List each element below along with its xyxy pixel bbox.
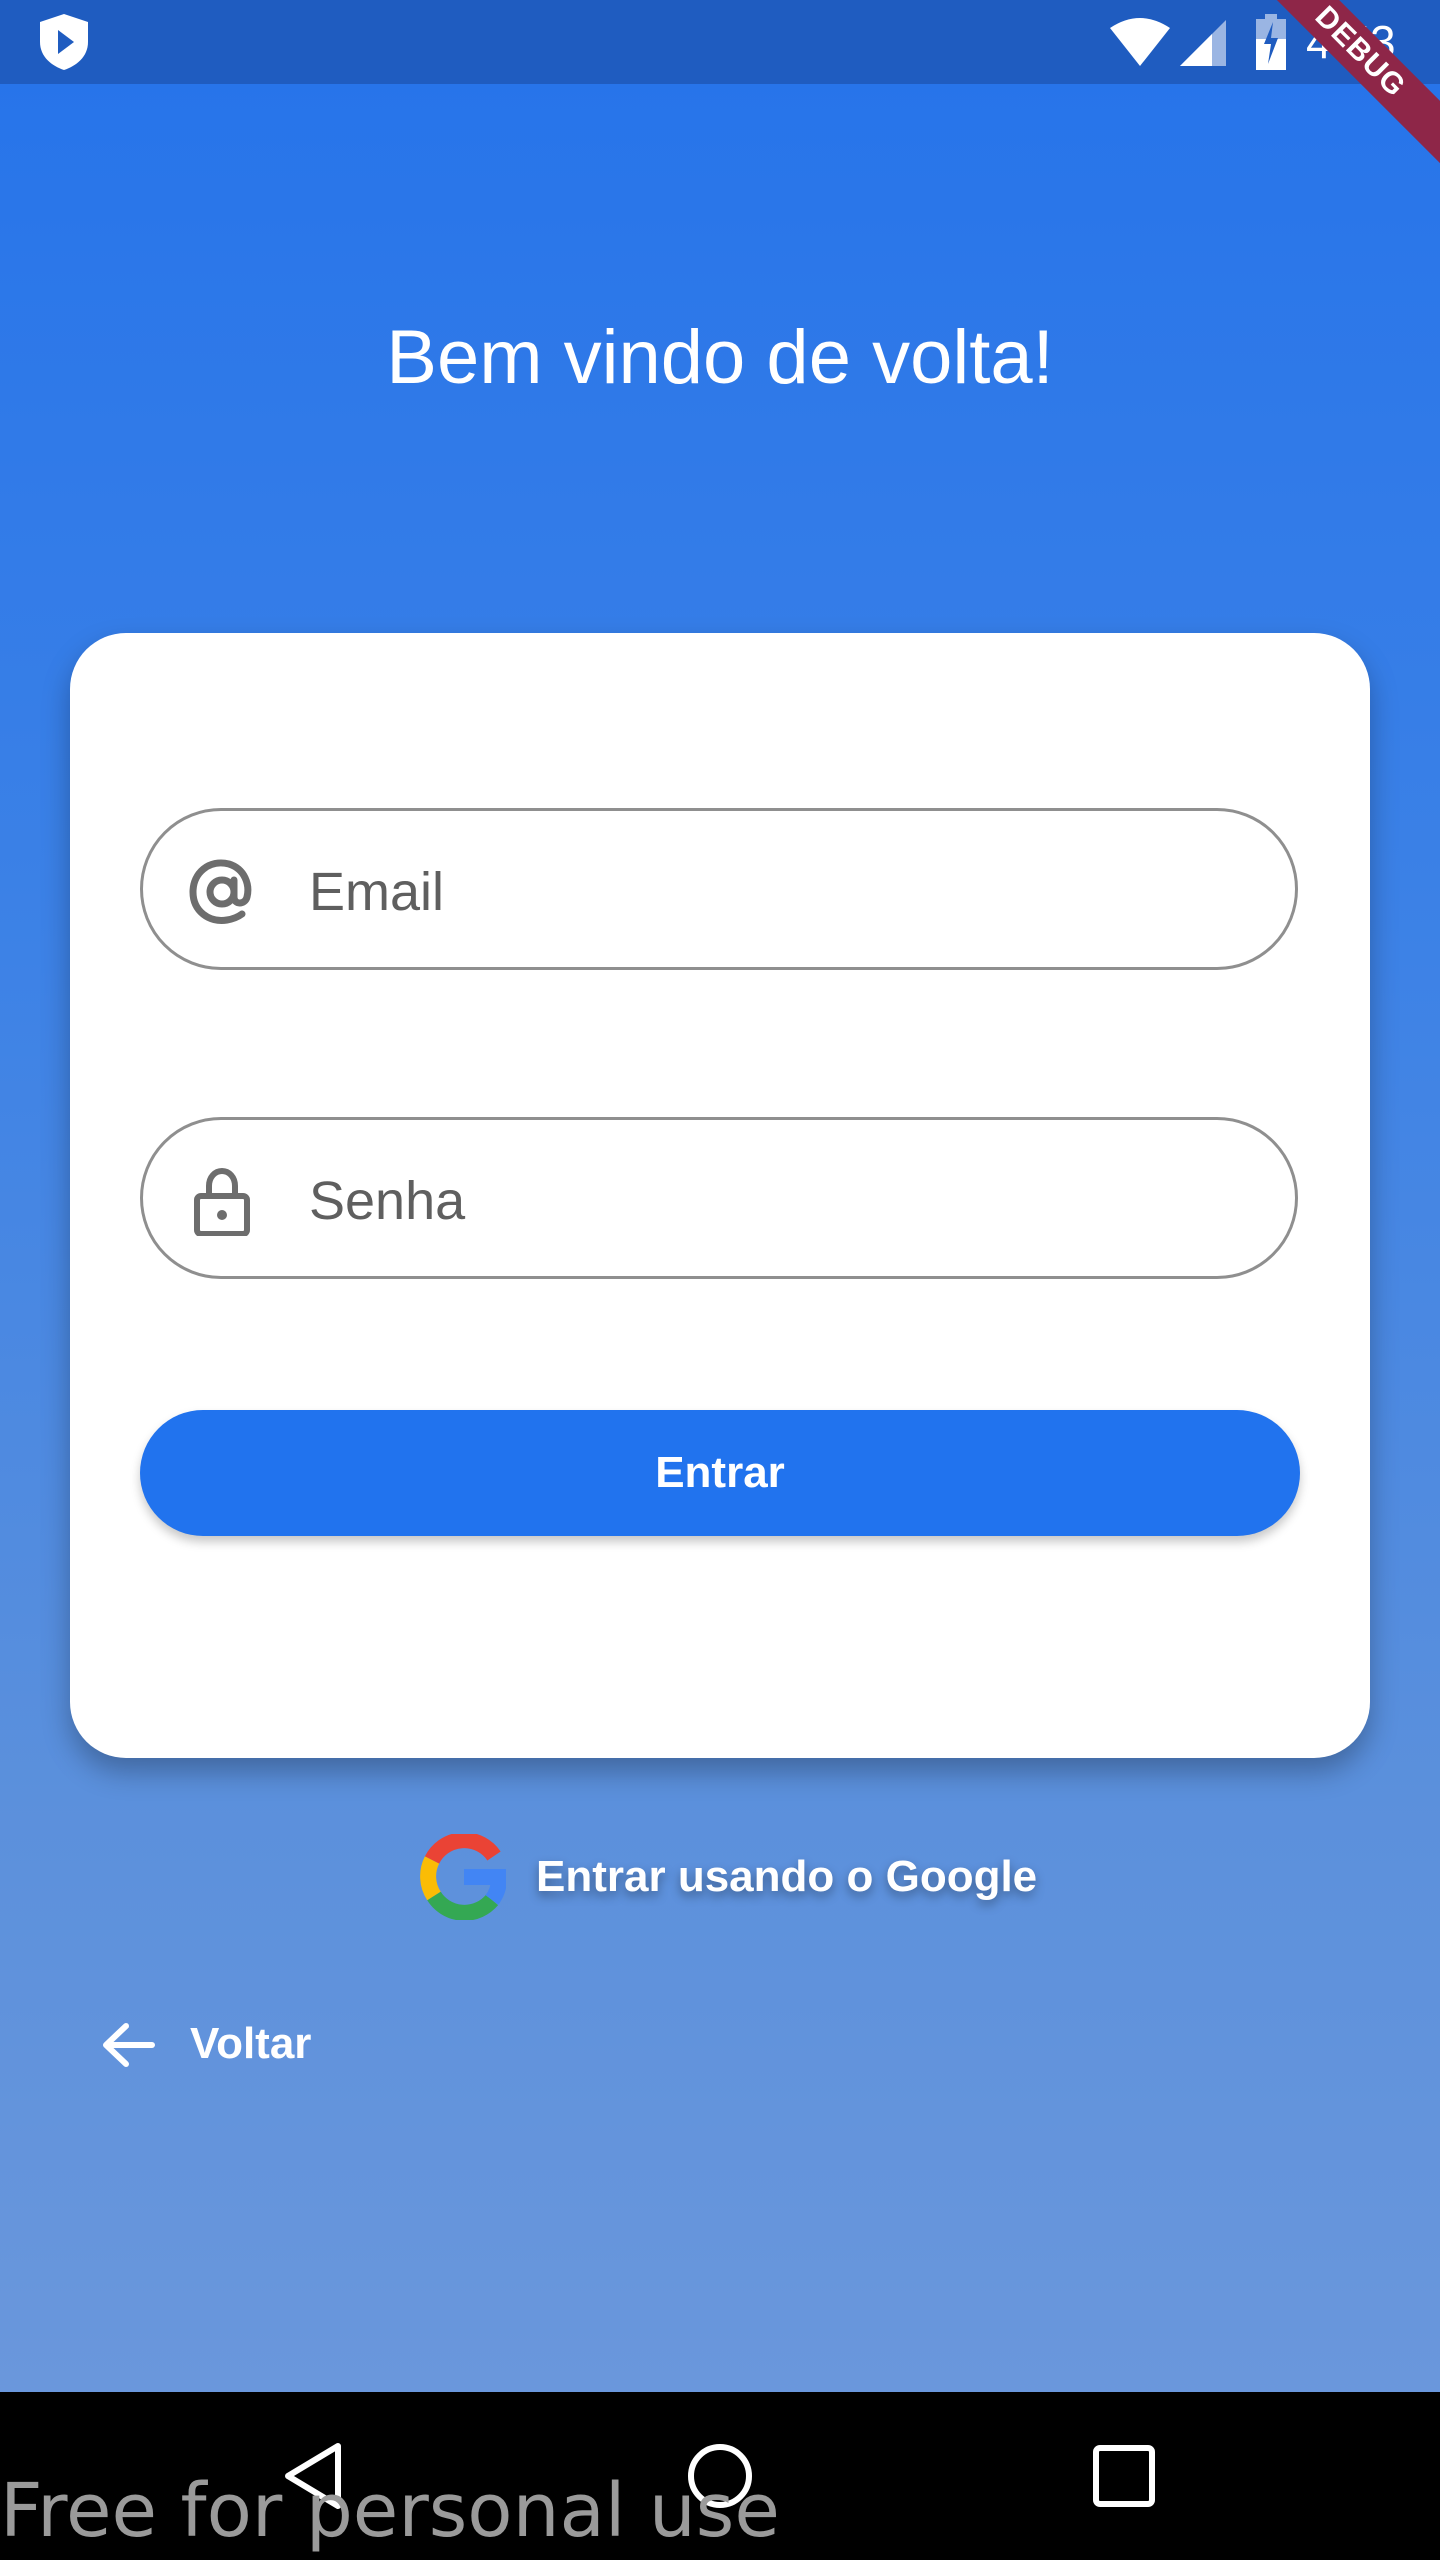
back-button[interactable]: Voltar (100, 2010, 420, 2080)
status-bar: 4:53 (0, 0, 1440, 84)
email-field[interactable]: Email (140, 808, 1298, 970)
password-field[interactable]: Senha (140, 1117, 1298, 1279)
watermark: Free for personal use (0, 2468, 780, 2554)
google-login-label: Entrar usando o Google (536, 1852, 1038, 1901)
lock-icon (194, 1167, 250, 1236)
login-card: Email Senha Entrar (70, 633, 1370, 1758)
email-label: Email (309, 862, 445, 922)
page-title: Bem vindo de volta! (386, 315, 1054, 400)
arrow-left-icon (103, 2023, 155, 2067)
shield-icon (40, 14, 88, 70)
back-label: Voltar (190, 2019, 312, 2068)
login-screen: 4:53 DEBUG Bem vindo de volta! Email Sen… (0, 0, 1440, 2392)
password-label: Senha (309, 1171, 466, 1231)
at-sign-icon (189, 859, 252, 924)
battery-charging-icon (1256, 14, 1286, 70)
google-logo-icon (420, 1834, 506, 1920)
wifi-icon (1110, 18, 1170, 66)
login-button[interactable]: Entrar (140, 1410, 1300, 1536)
nav-recents-icon[interactable] (1086, 2438, 1162, 2514)
google-login-button[interactable]: Entrar usando o Google (420, 1830, 1060, 1920)
cell-signal-icon (1180, 20, 1226, 66)
